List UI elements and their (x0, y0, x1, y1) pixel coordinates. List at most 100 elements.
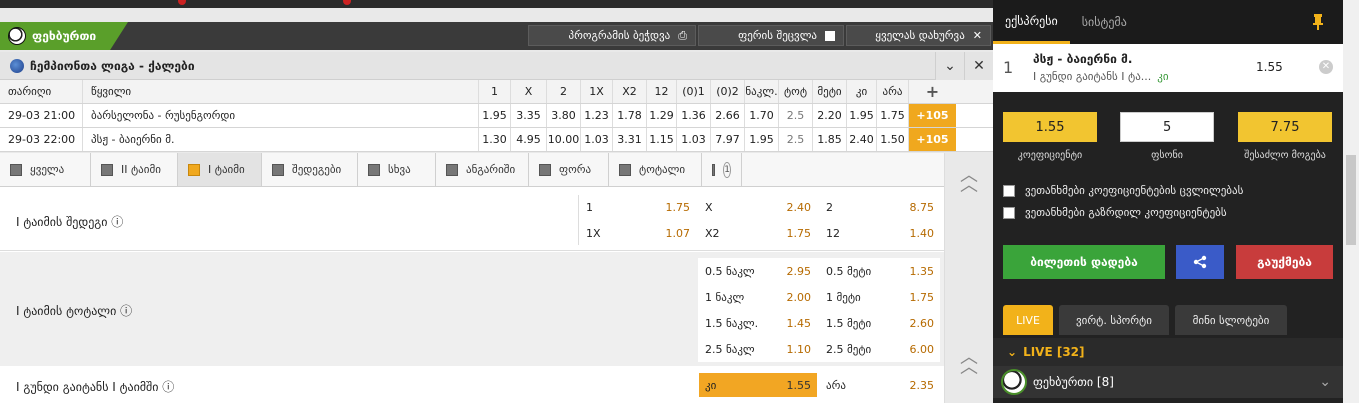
print-program-button[interactable]: პროგრამის ბეჭდვა ⎙ (528, 25, 696, 46)
chevron-down-icon[interactable]: ⌄ (935, 52, 964, 80)
outcome-name: კი (705, 378, 717, 392)
tab-system[interactable]: სისტემა (1070, 0, 1139, 44)
football-icon (1001, 369, 1027, 395)
cancel-button[interactable]: გაუქმება (1236, 245, 1333, 279)
odd-cell[interactable]: 7.97 (710, 128, 744, 151)
remove-bet-icon[interactable]: ✕ (1319, 60, 1333, 74)
odd-cell[interactable]: 1.03 (676, 128, 710, 151)
outcome-under-2-5[interactable]: 2.5 ნაკლ 1.10 (699, 337, 817, 361)
share-button[interactable] (1176, 245, 1224, 279)
change-color-button[interactable]: ფერის შეცვლა (698, 25, 844, 46)
odd-cell[interactable]: 1.03 (580, 128, 612, 151)
market-tab[interactable]: ანგარიში (436, 153, 529, 186)
tab-checkbox-icon (368, 163, 380, 176)
odd-cell[interactable]: 1.95 (846, 104, 876, 127)
outcome-under-0-5[interactable]: 0.5 ნაკლ 2.95 (699, 259, 817, 283)
col-1x: 1X (580, 80, 612, 103)
odd-cell[interactable]: 1.75 (876, 104, 908, 127)
tab-mini-slots[interactable]: მინი სლოტები (1175, 305, 1287, 335)
place-bet-button[interactable]: ბილეთის დადება (1003, 245, 1165, 279)
odd-cell[interactable]: 1.15 (646, 128, 676, 151)
outcome-12[interactable]: 12 1.40 (820, 221, 940, 245)
market-tab[interactable]: სხვა (358, 153, 436, 186)
sport-tab-football[interactable]: ფეხბურთი (0, 22, 128, 50)
accept-changes-checkbox[interactable] (1003, 184, 1015, 197)
more-markets-button[interactable]: +105 (908, 128, 956, 151)
odd-cell[interactable]: 2.40 (846, 128, 876, 151)
market-tab[interactable]: შედეგები (262, 153, 358, 186)
outcome-1x[interactable]: 1X 1.07 (580, 221, 696, 245)
outcome-over-1-5[interactable]: 1.5 მეტი 2.60 (820, 311, 940, 335)
live-dot-icon (343, 0, 351, 5)
odd-cell[interactable]: 2.66 (710, 104, 744, 127)
tab-express[interactable]: ექსპრესი (993, 0, 1070, 44)
odd-cell[interactable]: 4.95 (510, 128, 546, 151)
odd-cell[interactable]: 1.95 (744, 128, 778, 151)
tab-checkbox-icon (446, 163, 458, 176)
outcome-under-1[interactable]: 1 ნაკლ 2.00 (699, 285, 817, 309)
outcome-1[interactable]: 1 1.75 (580, 195, 696, 219)
more-markets-button[interactable]: +105 (908, 104, 956, 127)
market-tab[interactable]: ტოტალი (609, 153, 702, 186)
live-dot-icon (178, 0, 186, 5)
pin-icon[interactable] (1313, 14, 1323, 30)
accept-higher-checkbox[interactable] (1003, 206, 1015, 219)
win-display: 7.75 (1238, 112, 1332, 142)
outcome-x2[interactable]: X2 1.75 (699, 221, 817, 245)
live-sport-football[interactable]: ფეხბურთი [8] ⌄ (993, 366, 1343, 398)
outcome-over-2-5[interactable]: 2.5 მეტი 6.00 (820, 337, 940, 361)
odd-cell[interactable]: 3.31 (612, 128, 646, 151)
page-scrollbar[interactable] (1343, 0, 1359, 403)
outcome-under-1-5[interactable]: 1.5 ნაკლ. 1.45 (699, 311, 817, 335)
odd-cell[interactable]: 1.70 (744, 104, 778, 127)
outcome-name: 12 (826, 226, 840, 240)
tab-virtual-sports[interactable]: ვირტ. სპორტი (1059, 305, 1169, 335)
odd-cell[interactable]: 2.20 (812, 104, 846, 127)
odd-cell[interactable]: 1.85 (812, 128, 846, 151)
market-tab[interactable]: ფორა (529, 153, 609, 186)
col-12: 12 (646, 80, 676, 103)
chevrons-up-icon[interactable]: ︿ ︿ (957, 349, 981, 377)
add-column-icon[interactable]: + (908, 80, 956, 103)
odd-cell[interactable]: 3.35 (510, 104, 546, 127)
row-pair[interactable]: პსჟ - ბაიერნი მ. (82, 128, 478, 151)
odd-cell[interactable]: 1.29 (646, 104, 676, 127)
count-badge: 1 (723, 161, 731, 178)
chevrons-up-icon[interactable]: ︿ ︿ (957, 167, 981, 195)
col-date: თარიღი (8, 85, 52, 98)
outcome-over-0-5[interactable]: 0.5 მეტი 1.35 (820, 259, 940, 283)
odd-cell[interactable]: 1.36 (676, 104, 710, 127)
accept-higher-option[interactable]: ვეთანხმები გაზრდილ კოეფიციენტებს (1003, 206, 1227, 219)
odd-cell[interactable]: 3.80 (546, 104, 580, 127)
scrollbar-thumb[interactable] (1346, 155, 1356, 245)
col-yes: კი (846, 80, 876, 103)
market-tab[interactable]: II ტაიმი (91, 153, 178, 186)
stake-input[interactable]: 5 (1120, 112, 1214, 142)
outcome-name: X2 (705, 226, 720, 240)
odd-cell[interactable]: 10.00 (546, 128, 580, 151)
odd-cell[interactable]: 1.30 (478, 128, 510, 151)
market-team-scores: I გუნდი გაიტანს I ტაიმში ⓘ კი 1.55 არა 2.3… (0, 367, 944, 403)
col-x2: X2 (612, 80, 646, 103)
outcome-yes[interactable]: კი 1.55 (699, 373, 817, 397)
odd-cell[interactable]: 1.95 (478, 104, 510, 127)
market-tab[interactable]: ყველა (0, 153, 91, 186)
league-bar[interactable]: ჩემპიონთა ლიგა - ქალები (0, 52, 993, 80)
accept-changes-option[interactable]: ვეთანხმები კოეფიციენტების ცვლილებას (1003, 184, 1243, 197)
row-pair[interactable]: ბარსელონა - რუსენგორდი (82, 104, 478, 127)
outcome-over-1[interactable]: 1 მეტი 1.75 (820, 285, 940, 309)
outcome-no[interactable]: არა 2.35 (820, 373, 940, 397)
collapse-all-button[interactable]: ყველას დახურვა ✕ (846, 25, 991, 46)
tab-live[interactable]: LIVE (1003, 305, 1053, 335)
market-tab[interactable]: I ტაიმი (178, 153, 262, 186)
odd-cell[interactable]: 1.78 (612, 104, 646, 127)
sport-header: ფეხბურთი პროგრამის ბეჭდვა ⎙ ფერის შეცვლა… (0, 22, 993, 50)
odd-cell[interactable]: 1.23 (580, 104, 612, 127)
close-league-icon[interactable]: ✕ (964, 52, 993, 80)
outcome-x[interactable]: X 2.40 (699, 195, 817, 219)
slip-pick: კი (1157, 70, 1169, 83)
outcome-2[interactable]: 2 8.75 (820, 195, 940, 219)
market-tab[interactable]: 1 (702, 153, 742, 186)
odd-cell[interactable]: 1.50 (876, 128, 908, 151)
live-section-header[interactable]: ⌄ LIVE [32] (993, 338, 1343, 366)
